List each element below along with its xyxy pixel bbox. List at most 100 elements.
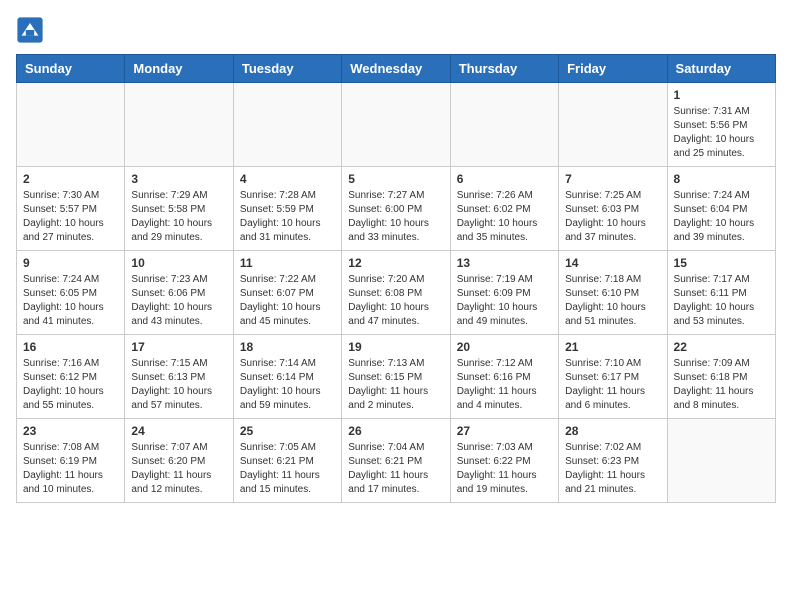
day-number: 17: [131, 340, 226, 354]
day-number: 18: [240, 340, 335, 354]
day-number: 15: [674, 256, 769, 270]
day-info: Sunrise: 7:15 AM Sunset: 6:13 PM Dayligh…: [131, 357, 226, 413]
day-number: 1: [674, 88, 769, 102]
calendar-day-cell: 19 Sunrise: 7:13 AM Sunset: 6:15 PM Dayli…: [342, 335, 450, 419]
day-number: 8: [674, 172, 769, 186]
calendar-day-cell: 7 Sunrise: 7:25 AM Sunset: 6:03 PM Daylig…: [559, 167, 667, 251]
calendar-day-cell: 21Sunrise: 7:10 AM Sunset: 6:17 PM Dayli…: [559, 335, 667, 419]
day-number: 12: [348, 256, 443, 270]
day-number: 10: [131, 256, 226, 270]
calendar-day-cell: 9 Sunrise: 7:24 AM Sunset: 6:05 PM Daylig…: [17, 251, 125, 335]
calendar-week-row: 1 Sunrise: 7:31 AM Sunset: 5:56 PM Daylig…: [17, 83, 776, 167]
day-info: Sunrise: 7:16 AM Sunset: 6:12 PM Dayligh…: [23, 357, 118, 413]
day-number: 6: [457, 172, 552, 186]
calendar-day-cell: 20 Sunrise: 7:12 AM Sunset: 6:16 PM Dayli…: [450, 335, 558, 419]
page-header: [16, 16, 776, 44]
calendar-week-row: 16 Sunrise: 7:16 AM Sunset: 6:12 PM Dayli…: [17, 335, 776, 419]
day-info: Sunrise: 7:12 AM Sunset: 6:16 PM Dayligh…: [457, 357, 552, 413]
calendar-day-cell: 16 Sunrise: 7:16 AM Sunset: 6:12 PM Dayli…: [17, 335, 125, 419]
calendar-day-cell: [125, 83, 233, 167]
day-info: Sunrise: 7:20 AM Sunset: 6:08 PM Dayligh…: [348, 273, 443, 329]
calendar-day-cell: 4 Sunrise: 7:28 AM Sunset: 5:59 PM Daylig…: [233, 167, 341, 251]
day-number: 16: [23, 340, 118, 354]
day-number: 13: [457, 256, 552, 270]
day-info: Sunrise: 7:02 AM Sunset: 6:23 PM Dayligh…: [565, 441, 660, 497]
calendar-day-header: Saturday: [667, 55, 775, 83]
day-number: 2: [23, 172, 118, 186]
day-info: Sunrise: 7:31 AM Sunset: 5:56 PM Dayligh…: [674, 105, 769, 161]
calendar-day-cell: [233, 83, 341, 167]
day-number: 3: [131, 172, 226, 186]
day-number: 20: [457, 340, 552, 354]
day-number: 23: [23, 424, 118, 438]
day-info: Sunrise: 7:27 AM Sunset: 6:00 PM Dayligh…: [348, 189, 443, 245]
calendar-day-cell: 2 Sunrise: 7:30 AM Sunset: 5:57 PM Daylig…: [17, 167, 125, 251]
day-info: Sunrise: 7:19 AM Sunset: 6:09 PM Dayligh…: [457, 273, 552, 329]
day-info: Sunrise: 7:18 AM Sunset: 6:10 PM Dayligh…: [565, 273, 660, 329]
calendar-day-cell: 27 Sunrise: 7:03 AM Sunset: 6:22 PM Dayli…: [450, 419, 558, 503]
day-info: Sunrise: 7:03 AM Sunset: 6:22 PM Dayligh…: [457, 441, 552, 497]
calendar-day-cell: 3 Sunrise: 7:29 AM Sunset: 5:58 PM Daylig…: [125, 167, 233, 251]
calendar-day-header: Sunday: [17, 55, 125, 83]
calendar-day-cell: [342, 83, 450, 167]
calendar-day-cell: [450, 83, 558, 167]
calendar-day-cell: 11 Sunrise: 7:22 AM Sunset: 6:07 PM Dayli…: [233, 251, 341, 335]
calendar-day-cell: 28 Sunrise: 7:02 AM Sunset: 6:23 PM Dayli…: [559, 419, 667, 503]
calendar-day-cell: 26Sunrise: 7:04 AM Sunset: 6:21 PM Dayli…: [342, 419, 450, 503]
calendar-day-header: Monday: [125, 55, 233, 83]
day-number: 22: [674, 340, 769, 354]
day-info: Sunrise: 7:14 AM Sunset: 6:14 PM Dayligh…: [240, 357, 335, 413]
calendar-day-cell: 8 Sunrise: 7:24 AM Sunset: 6:04 PM Daylig…: [667, 167, 775, 251]
day-number: 25: [240, 424, 335, 438]
calendar-day-header: Wednesday: [342, 55, 450, 83]
calendar-day-cell: 22 Sunrise: 7:09 AM Sunset: 6:18 PM Dayli…: [667, 335, 775, 419]
day-number: 14: [565, 256, 660, 270]
day-info: Sunrise: 7:30 AM Sunset: 5:57 PM Dayligh…: [23, 189, 118, 245]
calendar-week-row: 23 Sunrise: 7:08 AM Sunset: 6:19 PM Dayli…: [17, 419, 776, 503]
day-info: Sunrise: 7:24 AM Sunset: 6:05 PM Dayligh…: [23, 273, 118, 329]
calendar-week-row: 2 Sunrise: 7:30 AM Sunset: 5:57 PM Daylig…: [17, 167, 776, 251]
calendar-day-cell: 15 Sunrise: 7:17 AM Sunset: 6:11 PM Dayli…: [667, 251, 775, 335]
day-info: Sunrise: 7:07 AM Sunset: 6:20 PM Dayligh…: [131, 441, 226, 497]
calendar-day-cell: 25 Sunrise: 7:05 AM Sunset: 6:21 PM Dayli…: [233, 419, 341, 503]
day-info: Sunrise: 7:17 AM Sunset: 6:11 PM Dayligh…: [674, 273, 769, 329]
day-info: Sunrise: 7:24 AM Sunset: 6:04 PM Dayligh…: [674, 189, 769, 245]
calendar-table: SundayMondayTuesdayWednesdayThursdayFrid…: [16, 54, 776, 503]
day-info: Sunrise: 7:25 AM Sunset: 6:03 PM Dayligh…: [565, 189, 660, 245]
day-number: 19: [348, 340, 443, 354]
day-info: Sunrise: 7:23 AM Sunset: 6:06 PM Dayligh…: [131, 273, 226, 329]
day-info: Sunrise: 7:08 AM Sunset: 6:19 PM Dayligh…: [23, 441, 118, 497]
day-number: 9: [23, 256, 118, 270]
day-info: Sunrise: 7:28 AM Sunset: 5:59 PM Dayligh…: [240, 189, 335, 245]
day-info: Sunrise: 7:29 AM Sunset: 5:58 PM Dayligh…: [131, 189, 226, 245]
day-number: 28: [565, 424, 660, 438]
calendar-day-cell: [667, 419, 775, 503]
day-info: Sunrise: 7:13 AM Sunset: 6:15 PM Dayligh…: [348, 357, 443, 413]
day-number: 11: [240, 256, 335, 270]
calendar-day-cell: 6 Sunrise: 7:26 AM Sunset: 6:02 PM Daylig…: [450, 167, 558, 251]
day-info: Sunrise: 7:09 AM Sunset: 6:18 PM Dayligh…: [674, 357, 769, 413]
logo-icon: [16, 16, 44, 44]
calendar-day-cell: 23 Sunrise: 7:08 AM Sunset: 6:19 PM Dayli…: [17, 419, 125, 503]
day-number: 4: [240, 172, 335, 186]
calendar-day-header: Thursday: [450, 55, 558, 83]
day-info: Sunrise: 7:22 AM Sunset: 6:07 PM Dayligh…: [240, 273, 335, 329]
day-number: 21: [565, 340, 660, 354]
calendar-day-header: Tuesday: [233, 55, 341, 83]
calendar-day-cell: 14 Sunrise: 7:18 AM Sunset: 6:10 PM Dayli…: [559, 251, 667, 335]
calendar-day-cell: 10 Sunrise: 7:23 AM Sunset: 6:06 PM Dayli…: [125, 251, 233, 335]
calendar-day-cell: 1 Sunrise: 7:31 AM Sunset: 5:56 PM Daylig…: [667, 83, 775, 167]
day-number: 27: [457, 424, 552, 438]
calendar-day-cell: 24Sunrise: 7:07 AM Sunset: 6:20 PM Dayli…: [125, 419, 233, 503]
calendar-header-row: SundayMondayTuesdayWednesdayThursdayFrid…: [17, 55, 776, 83]
day-number: 26: [348, 424, 443, 438]
day-number: 5: [348, 172, 443, 186]
calendar-day-cell: 13 Sunrise: 7:19 AM Sunset: 6:09 PM Dayli…: [450, 251, 558, 335]
day-info: Sunrise: 7:26 AM Sunset: 6:02 PM Dayligh…: [457, 189, 552, 245]
calendar-day-cell: [559, 83, 667, 167]
day-number: 7: [565, 172, 660, 186]
calendar-day-cell: 18 Sunrise: 7:14 AM Sunset: 6:14 PM Dayli…: [233, 335, 341, 419]
day-info: Sunrise: 7:05 AM Sunset: 6:21 PM Dayligh…: [240, 441, 335, 497]
logo: [16, 16, 46, 44]
calendar-week-row: 9 Sunrise: 7:24 AM Sunset: 6:05 PM Daylig…: [17, 251, 776, 335]
